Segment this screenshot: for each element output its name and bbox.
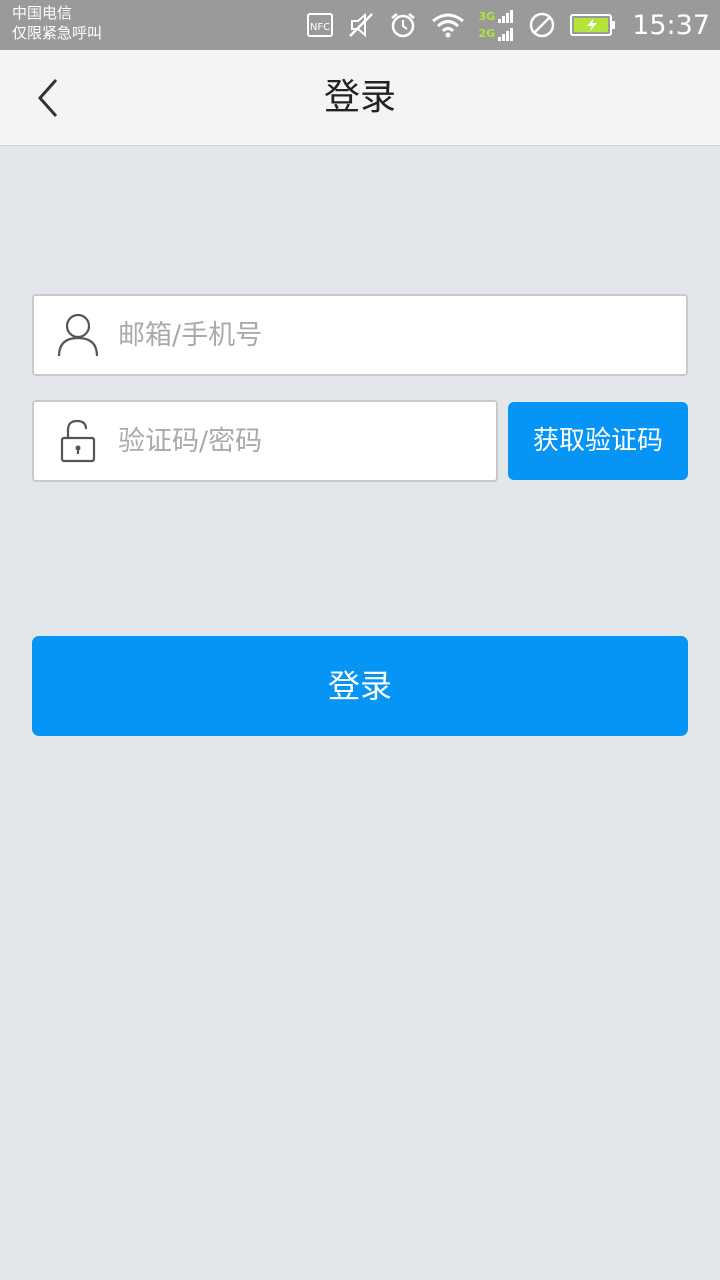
alarm-icon bbox=[389, 11, 417, 39]
page-title: 登录 bbox=[323, 77, 396, 118]
clock: 15:37 bbox=[632, 9, 710, 41]
user-icon bbox=[56, 312, 100, 358]
wifi-icon bbox=[431, 12, 465, 38]
carrier-name: 中国电信 bbox=[12, 4, 73, 22]
carrier-info: 中国电信 仅限紧急呼叫 bbox=[12, 3, 102, 43]
status-icons: NFC 3G 2G 15:37 bbox=[306, 0, 710, 50]
battery-charging-icon bbox=[570, 13, 616, 37]
unlock-icon bbox=[56, 418, 100, 464]
do-not-disturb-icon bbox=[528, 11, 556, 39]
network-2g-label: 2G bbox=[478, 27, 496, 40]
password-field[interactable] bbox=[32, 400, 498, 482]
password-input[interactable] bbox=[118, 402, 480, 480]
account-field[interactable] bbox=[32, 294, 688, 376]
vibrate-off-icon bbox=[347, 11, 375, 39]
get-code-button[interactable]: 获取验证码 bbox=[508, 402, 688, 480]
login-button[interactable]: 登录 bbox=[32, 636, 688, 736]
top-navbar: 登录 bbox=[0, 50, 720, 146]
status-bar: 中国电信 仅限紧急呼叫 NFC 3G 2G 15:37 bbox=[0, 0, 720, 50]
signal-icon: 3G 2G bbox=[479, 8, 515, 42]
account-input[interactable] bbox=[118, 296, 670, 374]
svg-text:NFC: NFC bbox=[309, 22, 329, 33]
network-3g-label: 3G bbox=[478, 10, 496, 23]
nfc-icon: NFC bbox=[306, 12, 333, 38]
carrier-status: 仅限紧急呼叫 bbox=[12, 24, 103, 42]
